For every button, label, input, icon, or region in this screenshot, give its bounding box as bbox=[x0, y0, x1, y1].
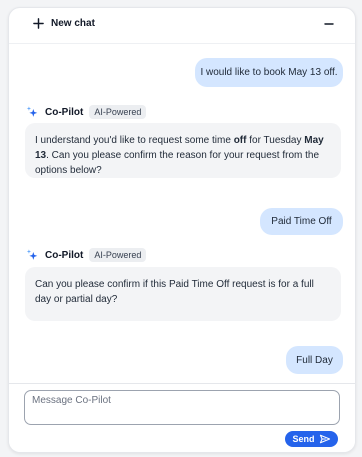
user-message: I would like to book May 13 off. bbox=[195, 58, 343, 87]
assistant-name: Co-Pilot bbox=[45, 249, 84, 261]
send-label: Send bbox=[292, 434, 315, 444]
assistant-name: Co-Pilot bbox=[45, 106, 84, 118]
message-input[interactable] bbox=[24, 390, 340, 425]
user-message: Full Day bbox=[286, 346, 343, 374]
send-button[interactable]: Send bbox=[285, 431, 338, 447]
assistant-message: I understand you'd like to request some … bbox=[25, 123, 341, 178]
assistant-header: Co-Pilot AI-Powered bbox=[25, 248, 147, 262]
user-message-text: I would like to book May 13 off. bbox=[200, 67, 338, 78]
new-chat-button[interactable]: New chat bbox=[33, 18, 95, 29]
plus-icon bbox=[33, 18, 44, 29]
chat-panel: New chat I would like to book May 13 off… bbox=[8, 7, 356, 453]
user-message-text: Paid Time Off bbox=[271, 216, 332, 227]
user-message: Paid Time Off bbox=[260, 208, 343, 235]
new-chat-label: New chat bbox=[51, 18, 95, 29]
assistant-header: Co-Pilot AI-Powered bbox=[25, 105, 147, 119]
minimize-button[interactable] bbox=[321, 16, 337, 32]
composer: Send bbox=[9, 383, 355, 452]
minus-icon bbox=[324, 23, 334, 25]
sparkle-icon bbox=[26, 106, 38, 117]
ai-powered-badge: AI-Powered bbox=[89, 248, 147, 262]
send-arrow-icon bbox=[319, 434, 330, 444]
user-message-text: Full Day bbox=[296, 354, 333, 366]
chat-header: New chat bbox=[9, 8, 355, 44]
ai-powered-badge: AI-Powered bbox=[89, 105, 147, 119]
sparkle-icon bbox=[26, 249, 38, 260]
assistant-message: Can you please confirm if this Paid Time… bbox=[25, 267, 341, 321]
